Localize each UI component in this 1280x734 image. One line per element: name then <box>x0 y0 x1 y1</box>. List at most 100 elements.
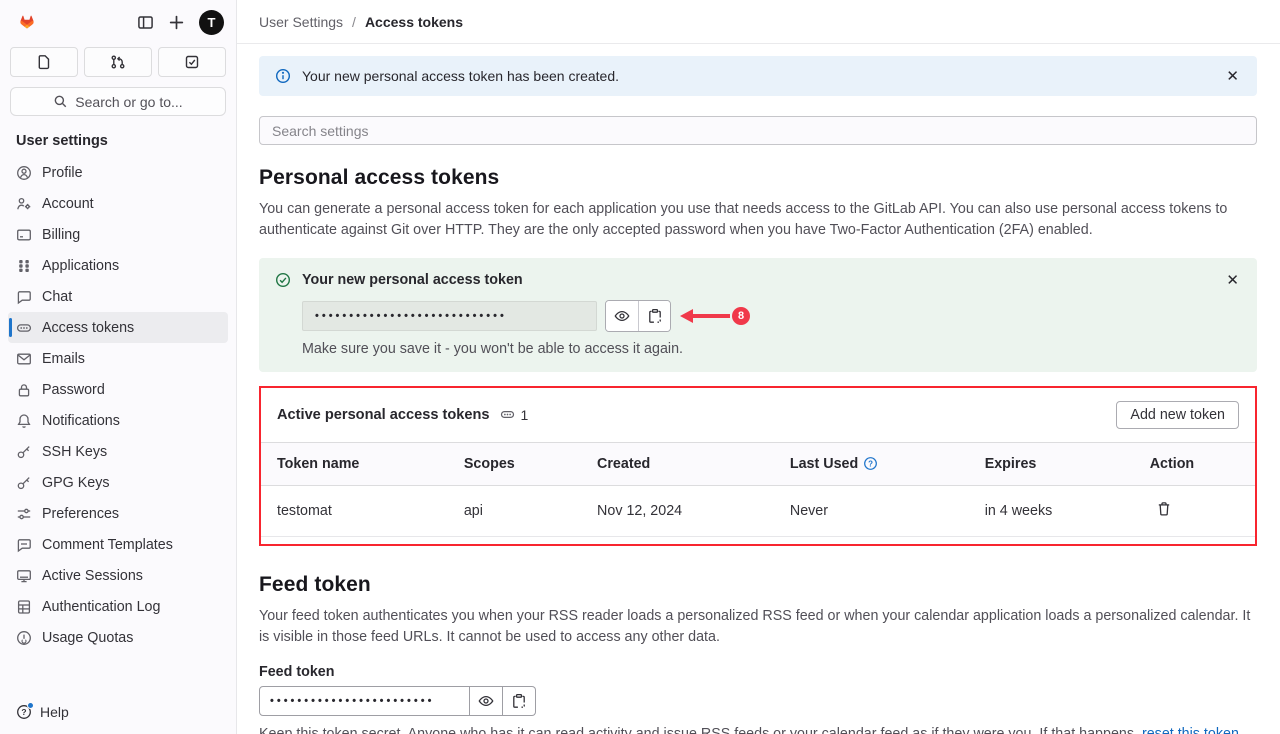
sidebar-item-label: Emails <box>42 351 85 367</box>
sliders-icon <box>16 506 32 522</box>
cell-last-used: Never <box>774 485 969 536</box>
token-count: 1 <box>521 407 529 423</box>
breadcrumb-current: Access tokens <box>365 14 463 30</box>
sidebar-top-bar: T <box>0 0 236 44</box>
main-area: User Settings / Access tokens Your new p… <box>237 0 1280 734</box>
add-new-token-button[interactable]: Add new token <box>1116 401 1239 429</box>
reset-feed-token-link[interactable]: reset this token <box>1142 726 1239 734</box>
sidebar-item-ssh-keys[interactable]: SSH Keys <box>8 436 228 467</box>
search-or-goto-button[interactable]: Search or go to... <box>10 87 226 116</box>
cell-expires: in 4 weeks <box>969 485 1134 536</box>
account-icon <box>16 196 32 212</box>
create-new-icon[interactable] <box>168 14 185 31</box>
feed-token-description: Your feed token authenticates you when y… <box>259 606 1257 649</box>
sidebar-item-emails[interactable]: Emails <box>8 343 228 374</box>
active-tokens-title: Active personal access tokens <box>277 407 490 423</box>
sidebar-item-access-tokens[interactable]: Access tokens <box>8 312 228 343</box>
masked-token-value: •••••••••••••••••••••••••••• <box>315 310 507 322</box>
reveal-token-eye-icon[interactable] <box>606 301 638 331</box>
sidebar-item-password[interactable]: Password <box>8 374 228 405</box>
sidebar-item-profile[interactable]: Profile <box>8 157 228 188</box>
cell-created: Nov 12, 2024 <box>581 485 774 536</box>
sidebar-item-notifications[interactable]: Notifications <box>8 405 228 436</box>
svg-text:?: ? <box>868 460 873 469</box>
collapse-sidebar-icon[interactable] <box>137 14 154 31</box>
token-icon <box>16 320 32 336</box>
chat-icon <box>16 289 32 305</box>
email-icon <box>16 351 32 367</box>
applications-icon <box>16 258 32 274</box>
sidebar-item-label: Preferences <box>42 506 119 522</box>
col-scopes: Scopes <box>448 442 581 485</box>
col-created: Created <box>581 442 774 485</box>
sidebar-item-label: SSH Keys <box>42 444 107 460</box>
banner-close-icon[interactable]: ✕ <box>1224 67 1241 86</box>
token-count-icon <box>500 407 515 422</box>
new-token-value-field[interactable]: •••••••••••••••••••••••••••• <box>302 301 597 331</box>
help-icon: ? <box>16 704 32 720</box>
annotation-highlight-rectangle: Active personal access tokens 1 Add new … <box>259 386 1257 546</box>
gitlab-logo[interactable] <box>14 9 40 35</box>
col-expires: Expires <box>969 442 1134 485</box>
settings-content: Your new personal access token has been … <box>237 44 1280 734</box>
profile-icon <box>16 165 32 181</box>
sidebar-item-account[interactable]: Account <box>8 188 228 219</box>
copy-token-clipboard-icon[interactable] <box>638 301 670 331</box>
annotation-arrow: 8 <box>680 307 750 325</box>
help-button[interactable]: ? Help <box>0 690 236 734</box>
sidebar-item-usage-quotas[interactable]: Usage Quotas <box>8 622 228 653</box>
breadcrumb-separator: / <box>352 14 356 30</box>
sidebar-item-preferences[interactable]: Preferences <box>8 498 228 529</box>
sidebar-section-title: User settings <box>0 116 236 155</box>
gauge-icon <box>16 630 32 646</box>
active-tokens-table: Token name Scopes Created Last Used ? Ex <box>261 442 1255 537</box>
key-icon <box>16 475 32 491</box>
sidebar-item-label: Authentication Log <box>42 599 160 615</box>
todos-shortcut-button[interactable] <box>158 47 226 77</box>
annotation-arrowhead <box>680 309 693 323</box>
monitor-icon <box>16 568 32 584</box>
search-icon <box>53 94 68 109</box>
copy-feed-token-clipboard-icon[interactable] <box>503 686 536 716</box>
new-token-save-note: Make sure you save it - you won't be abl… <box>302 341 1241 357</box>
comment-icon <box>16 537 32 553</box>
info-banner: Your new personal access token has been … <box>259 56 1257 96</box>
sidebar-nav: Profile Account Billing Applications Cha… <box>0 155 236 653</box>
search-settings-input[interactable] <box>259 116 1257 145</box>
sidebar-item-comment-templates[interactable]: Comment Templates <box>8 529 228 560</box>
breadcrumb-parent[interactable]: User Settings <box>259 14 343 30</box>
feed-token-secret-note: Keep this token secret. Anyone who has i… <box>259 726 1257 734</box>
table-header-row: Token name Scopes Created Last Used ? Ex <box>261 442 1255 485</box>
new-token-panel-title: Your new personal access token <box>302 272 523 288</box>
sidebar-item-label: Active Sessions <box>42 568 143 584</box>
sidebar-item-label: GPG Keys <box>42 475 110 491</box>
sidebar-item-label: Billing <box>42 227 80 243</box>
info-icon <box>275 68 291 84</box>
search-or-goto-label: Search or go to... <box>75 94 182 110</box>
sidebar-item-label: Comment Templates <box>42 537 173 553</box>
reveal-feed-token-eye-icon[interactable] <box>470 686 503 716</box>
issues-shortcut-button[interactable] <box>10 47 78 77</box>
sidebar-item-active-sessions[interactable]: Active Sessions <box>8 560 228 591</box>
feed-token-value-field[interactable]: •••••••••••••••••••••••• <box>259 686 470 716</box>
cell-token-name: testomat <box>261 485 448 536</box>
user-avatar[interactable]: T <box>199 10 224 35</box>
sidebar-item-chat[interactable]: Chat <box>8 281 228 312</box>
sidebar-item-label: Chat <box>42 289 72 305</box>
revoke-token-trash-icon[interactable] <box>1150 501 1172 517</box>
sidebar-item-gpg-keys[interactable]: GPG Keys <box>8 467 228 498</box>
sidebar-item-applications[interactable]: Applications <box>8 250 228 281</box>
panel-close-icon[interactable]: ✕ <box>1224 271 1241 290</box>
pat-section-title: Personal access tokens <box>259 166 1257 190</box>
masked-feed-token-value: •••••••••••••••••••••••• <box>270 695 434 707</box>
sidebar-item-label: Access tokens <box>42 320 134 336</box>
log-icon <box>16 599 32 615</box>
active-indicator <box>9 318 12 337</box>
sidebar: T Search or go to... User settings Profi… <box>0 0 237 734</box>
sidebar-item-billing[interactable]: Billing <box>8 219 228 250</box>
help-question-icon[interactable]: ? <box>863 456 878 471</box>
sidebar-item-authentication-log[interactable]: Authentication Log <box>8 591 228 622</box>
sidebar-item-label: Notifications <box>42 413 120 429</box>
merge-requests-shortcut-button[interactable] <box>84 47 152 77</box>
help-label: Help <box>40 704 69 720</box>
